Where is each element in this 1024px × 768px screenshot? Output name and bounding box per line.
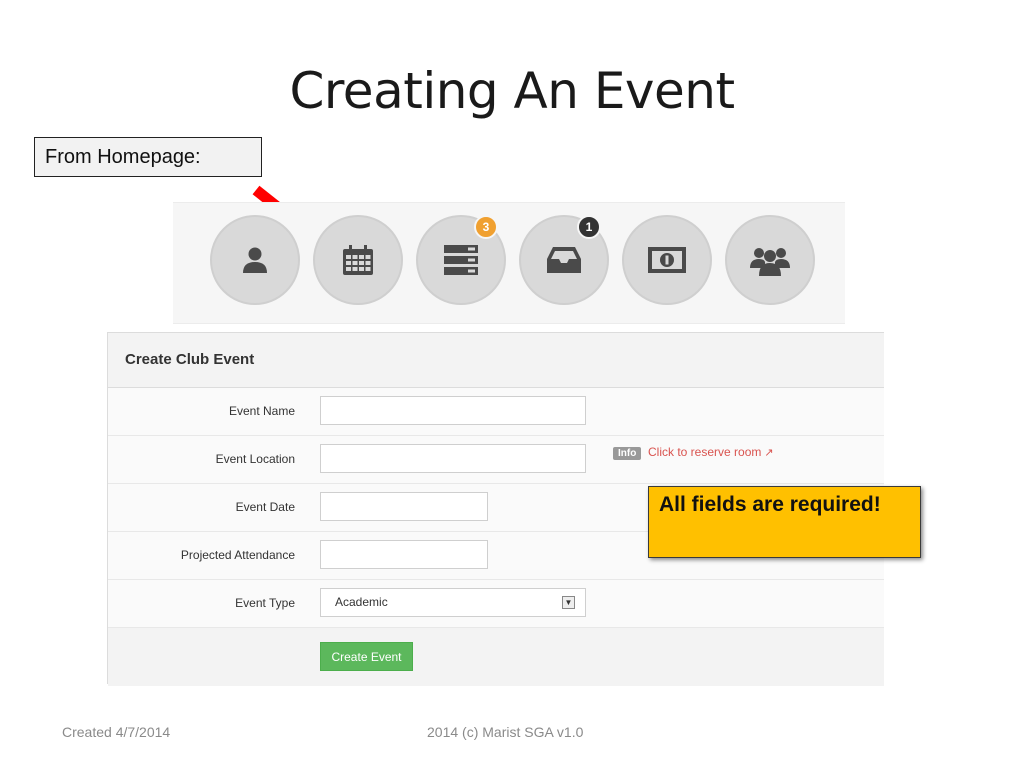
event-date-input[interactable] — [320, 492, 488, 521]
event-name-label: Event Name — [228, 404, 295, 418]
event-type-value: Academic — [335, 595, 388, 609]
projected-attendance-input[interactable] — [320, 540, 488, 569]
inbox-button[interactable]: 1 — [519, 215, 609, 305]
from-homepage-callout: From Homepage: — [34, 137, 262, 177]
created-date: Created 4/7/2014 — [62, 724, 171, 740]
slide-title: Creating An Event — [289, 62, 735, 120]
calendar-icon — [343, 245, 373, 275]
required-fields-note: All fields are required! — [648, 486, 921, 558]
event-type-select[interactable]: Academic ▼ — [320, 588, 586, 617]
list-button[interactable]: 3 — [416, 215, 506, 305]
money-icon — [648, 247, 686, 273]
event-type-row: Event Type Academic ▼ — [108, 580, 884, 628]
projected-attendance-label: Projected Attendance — [180, 548, 295, 562]
homepage-icon-strip: 3 1 — [173, 202, 845, 324]
reserve-room-label: Click to reserve room — [648, 445, 762, 459]
event-location-label: Event Location — [215, 452, 295, 466]
event-type-label: Event Type — [235, 596, 295, 610]
money-button[interactable] — [622, 215, 712, 305]
event-name-input[interactable] — [320, 396, 586, 425]
info-tag: Info — [613, 447, 642, 460]
profile-icon — [243, 247, 267, 273]
list-icon — [444, 245, 478, 275]
reserve-room-link[interactable]: Click to reserve room ↗ — [648, 445, 774, 459]
event-date-label: Event Date — [235, 500, 295, 514]
calendar-button[interactable] — [313, 215, 403, 305]
panel-footer: Create Event — [108, 628, 884, 686]
inbox-count-badge: 1 — [577, 215, 601, 239]
event-location-input[interactable] — [320, 444, 586, 473]
panel-title: Create Club Event — [108, 333, 884, 388]
group-button[interactable] — [725, 215, 815, 305]
event-name-row: Event Name — [108, 388, 884, 436]
event-location-row: Event Location Info Click to reserve roo… — [108, 436, 884, 484]
create-event-button[interactable]: Create Event — [320, 642, 413, 671]
inbox-icon — [547, 247, 581, 273]
external-link-icon: ↗ — [764, 447, 774, 459]
list-count-badge: 3 — [474, 215, 498, 239]
chevron-down-icon: ▼ — [562, 596, 575, 609]
copyright-footer: 2014 (c) Marist SGA v1.0 — [427, 724, 584, 740]
profile-button[interactable] — [210, 215, 300, 305]
group-icon — [750, 248, 790, 276]
